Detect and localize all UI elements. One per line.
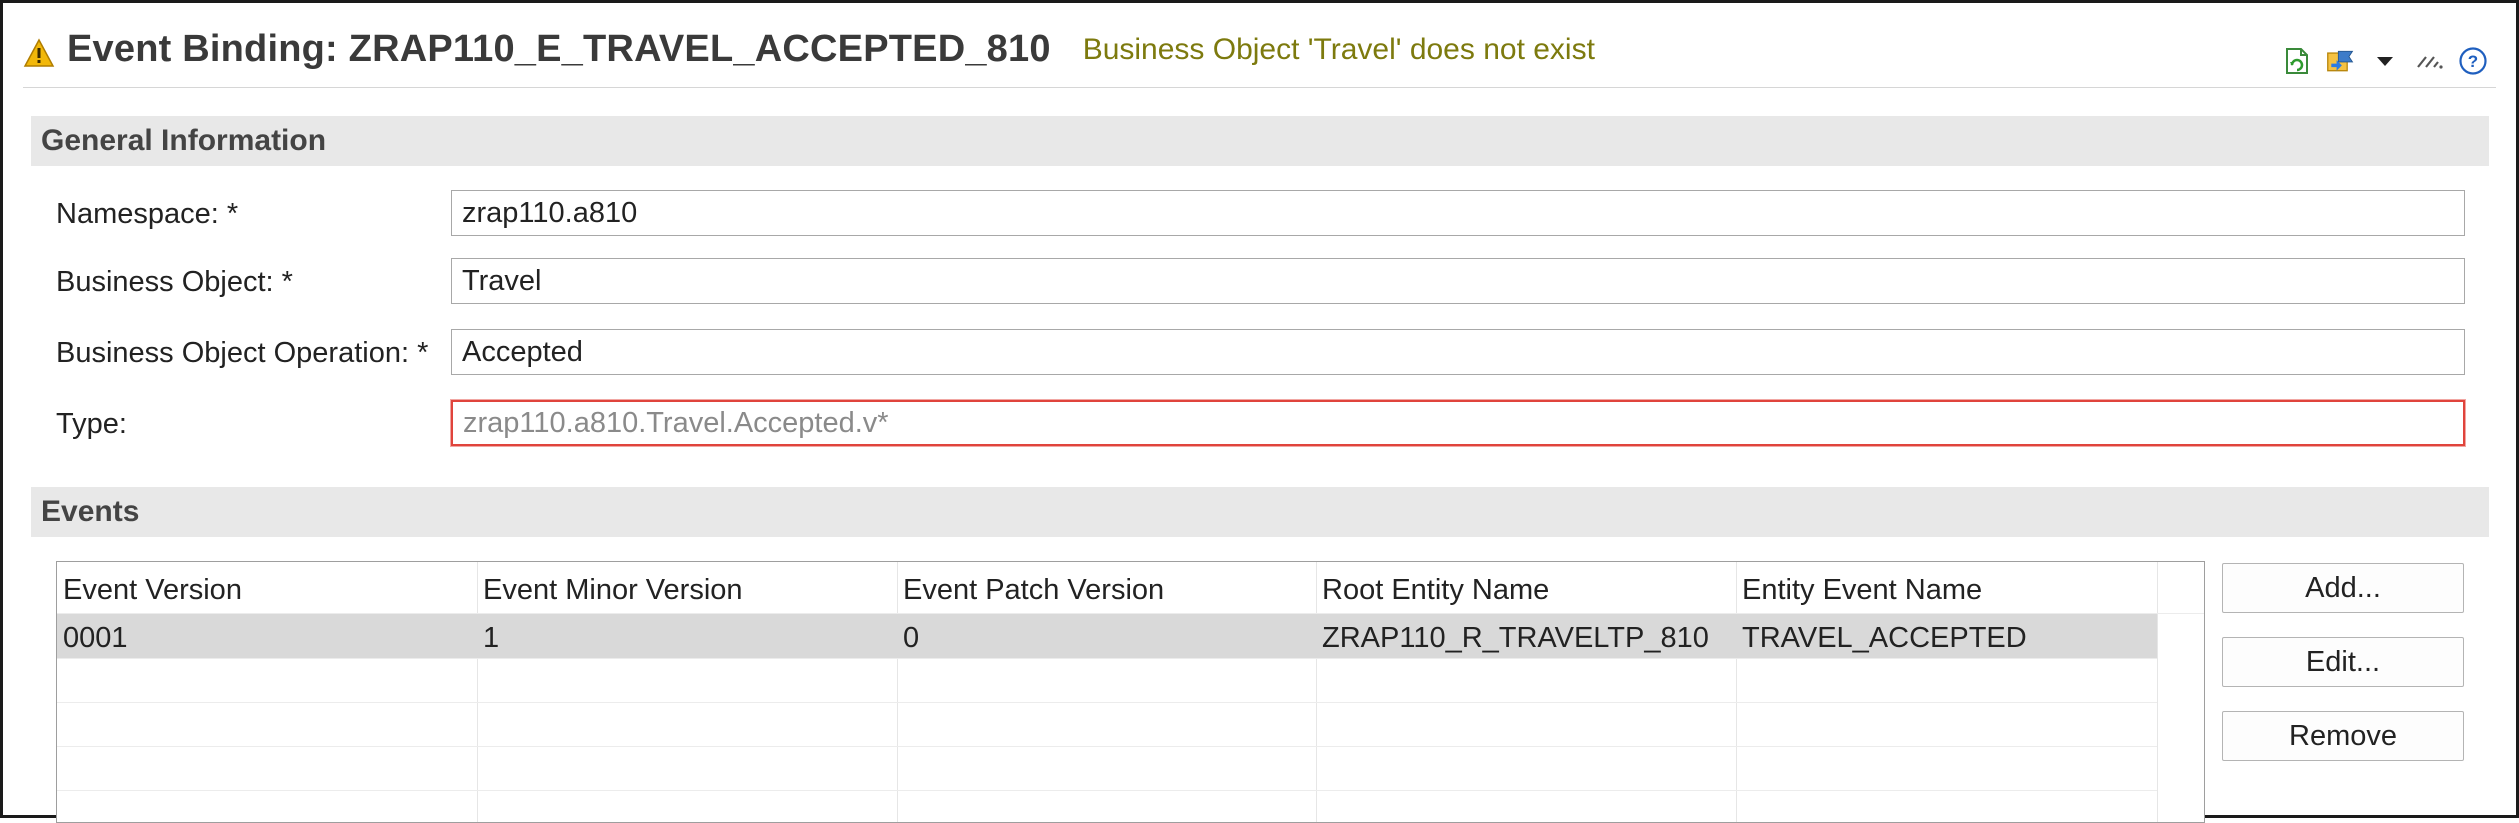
table-header: Event Version Event Minor Version Event … bbox=[57, 562, 2204, 614]
business-object-field[interactable] bbox=[451, 258, 2465, 304]
namespace-field[interactable] bbox=[451, 190, 2465, 236]
business-object-operation-label: Business Object Operation: * bbox=[56, 337, 429, 369]
table-cell: ZRAP110_R_TRAVELTP_810 bbox=[1322, 622, 1709, 654]
business-object-operation-row: Business Object Operation: * bbox=[56, 329, 2466, 375]
column-header[interactable]: Entity Event Name bbox=[1736, 574, 1982, 607]
events-table[interactable]: Event Version Event Minor Version Event … bbox=[56, 561, 2205, 823]
namespace-row: Namespace: * bbox=[56, 190, 2466, 236]
events-header[interactable]: Events bbox=[31, 487, 2489, 537]
status-message: Business Object 'Travel' does not exist bbox=[1082, 33, 1595, 66]
remove-event-button[interactable]: Remove bbox=[2222, 711, 2464, 761]
svg-text:?: ? bbox=[2468, 52, 2478, 71]
edit-event-button[interactable]: Edit... bbox=[2222, 637, 2464, 687]
help-icon[interactable]: ? bbox=[2458, 46, 2488, 76]
column-header[interactable]: Root Entity Name bbox=[1316, 574, 1549, 607]
column-header[interactable]: Event Patch Version bbox=[897, 574, 1164, 607]
table-cell: 0001 bbox=[63, 622, 128, 654]
editor-header: Event Binding: ZRAP110_E_TRAVEL_ACCEPTED… bbox=[23, 21, 1595, 77]
type-field[interactable] bbox=[451, 400, 2465, 446]
refresh-document-icon[interactable] bbox=[2282, 46, 2312, 76]
dropdown-arrow-icon[interactable] bbox=[2370, 46, 2400, 76]
row-divider bbox=[57, 746, 2157, 747]
general-information-title: General Information bbox=[41, 124, 327, 157]
type-label: Type: bbox=[56, 408, 127, 440]
publish-icon[interactable] bbox=[2326, 46, 2356, 76]
warning-icon bbox=[23, 38, 55, 67]
link-icon[interactable] bbox=[2414, 46, 2444, 76]
type-row: Type: bbox=[56, 400, 2466, 446]
table-cell: 1 bbox=[483, 622, 500, 654]
namespace-label: Namespace: * bbox=[56, 198, 239, 230]
general-information-header[interactable]: General Information bbox=[31, 116, 2489, 166]
editor-toolbar: ? bbox=[2282, 43, 2488, 79]
row-divider bbox=[57, 702, 2157, 703]
header-divider bbox=[23, 87, 2496, 88]
business-object-label: Business Object: * bbox=[56, 266, 293, 298]
table-cell: 0 bbox=[903, 622, 920, 654]
page-title: Event Binding: ZRAP110_E_TRAVEL_ACCEPTED… bbox=[67, 27, 1051, 70]
row-divider bbox=[57, 658, 2157, 659]
table-row[interactable]: 0001 1 0 ZRAP110_R_TRAVELTP_810 TRAVEL_A… bbox=[57, 614, 2157, 658]
column-header[interactable]: Event Minor Version bbox=[477, 574, 743, 607]
event-binding-editor: Event Binding: ZRAP110_E_TRAVEL_ACCEPTED… bbox=[0, 0, 2519, 823]
events-title: Events bbox=[41, 495, 140, 528]
add-event-button[interactable]: Add... bbox=[2222, 563, 2464, 613]
column-header[interactable]: Event Version bbox=[57, 574, 242, 607]
business-object-row: Business Object: * bbox=[56, 258, 2466, 304]
table-cell: TRAVEL_ACCEPTED bbox=[1742, 622, 2027, 654]
row-divider bbox=[57, 790, 2157, 791]
business-object-operation-field[interactable] bbox=[451, 329, 2465, 375]
